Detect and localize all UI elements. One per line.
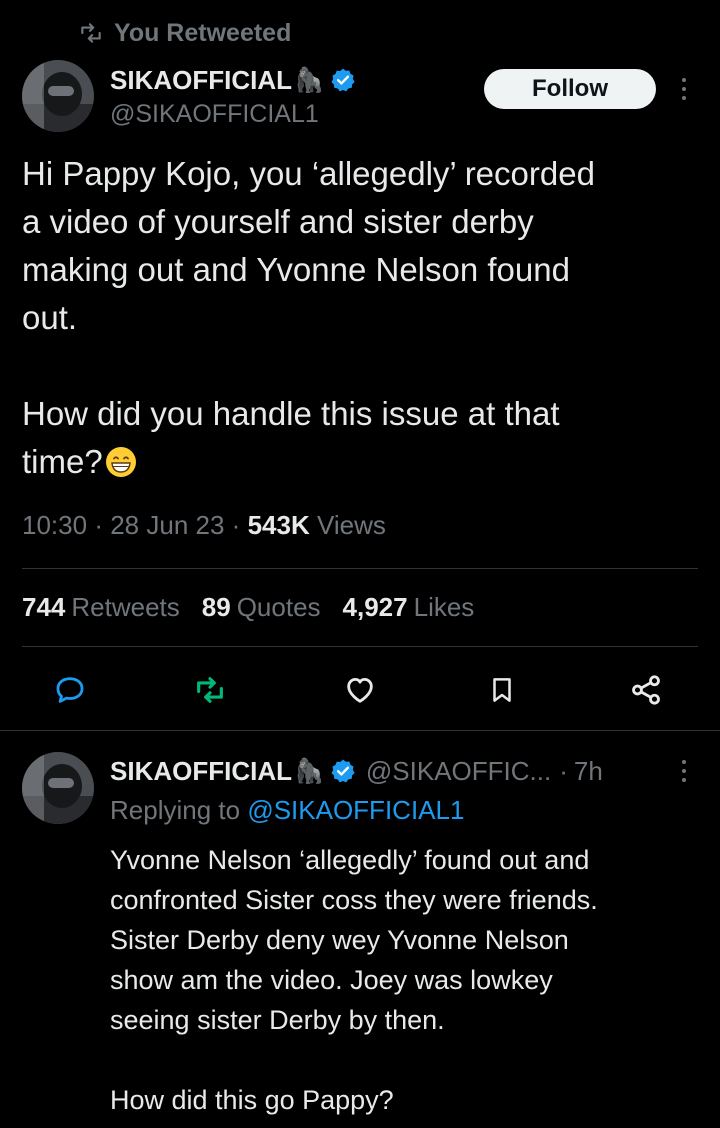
bookmark-button[interactable] [480,668,524,712]
tweet-metadata: 10:30 · 28 Jun 23 · 543K Views [22,510,386,541]
like-icon [347,677,373,703]
tweet-time[interactable]: 10:30 [22,510,87,540]
author-display-name[interactable]: SIKAOFFICIAL [110,65,292,96]
reply-text-line: confronted Sister coss they were friends… [110,885,598,915]
more-icon[interactable] [680,760,688,784]
tweet-text-line: a video of yourself and sister derby [22,203,534,240]
likes-stat[interactable]: 4,927 Likes [343,592,475,623]
avatar[interactable] [22,752,94,824]
retweets-count: 744 [22,592,66,622]
divider [0,730,720,731]
tweet-text-fragment: time? [22,443,103,480]
tweet-text-line: time? [22,438,698,486]
grinning-emoji [105,447,136,477]
retweet-icon [197,677,223,703]
reply-text-line: Sister Derby deny wey Yvonne Nelson [110,925,569,955]
bookmark-icon [493,678,511,702]
divider [22,646,698,647]
reply-author-row[interactable]: SIKAOFFICIAL 🦍 @SIKAOFFIC... · 7h [110,752,603,790]
retweets-stat[interactable]: 744 Retweets [22,592,180,623]
engagement-stats: 744 Retweets 89 Quotes 4,927 Likes [22,592,474,623]
reply-button[interactable] [48,668,92,712]
tweet-text-line: making out and Yvonne Nelson found [22,251,570,288]
separator: · [559,755,568,786]
like-button[interactable] [338,668,382,712]
tweet-text-line: How did you handle this issue at that [22,395,560,432]
retweet-icon [81,23,101,43]
more-icon[interactable] [680,78,688,104]
follow-button[interactable]: Follow [484,69,656,109]
quotes-label: Quotes [236,592,321,622]
separator: · [94,510,103,540]
replying-prefix: Replying to [110,795,241,825]
replying-mention-link[interactable]: @SIKAOFFICIAL1 [247,795,464,825]
replying-to: Replying to @SIKAOFFICIAL1 [110,795,464,826]
tweet-text-line: Hi Pappy Kojo, you ‘allegedly’ recorded [22,155,595,192]
reply-author-handle[interactable]: @SIKAOFFIC... [366,756,551,787]
retweets-label: Retweets [71,592,180,622]
tweet-text-line: out. [22,299,78,336]
views-label: Views [316,510,386,540]
gorilla-emoji: 🦍 [294,757,324,785]
quotes-stat[interactable]: 89 Quotes [202,592,321,623]
reply-text-line: show am the video. Joey was lowkey [110,965,553,995]
reply-text-line: How did this go Pappy? [110,1085,394,1115]
author-name-row[interactable]: SIKAOFFICIAL 🦍 [110,62,356,98]
separator: · [231,510,241,540]
retweeted-label: You Retweeted [114,18,292,47]
likes-label: Likes [413,592,475,622]
avatar-image [22,752,94,824]
reply-age[interactable]: 7h [574,756,603,787]
share-icon [632,675,660,705]
avatar-image [22,60,94,132]
verified-badge-icon [331,68,355,92]
avatar[interactable] [22,60,94,132]
verified-badge-icon [331,759,355,783]
gorilla-emoji: 🦍 [294,66,324,94]
likes-count: 4,927 [342,592,408,622]
retweet-context: You Retweeted [78,16,291,50]
reply-text-line: Yvonne Nelson ‘allegedly’ found out and [110,845,590,875]
author-handle[interactable]: @SIKAOFFICIAL1 [110,100,319,129]
tweet-text: Hi Pappy Kojo, you ‘allegedly’ recorded … [22,150,698,486]
retweet-button[interactable] [188,668,232,712]
tweet-date[interactable]: 28 Jun 23 [110,510,224,540]
quotes-count: 89 [201,592,231,622]
reply-text: Yvonne Nelson ‘allegedly’ found out and … [110,840,710,1120]
share-button[interactable] [624,668,668,712]
reply-author-display-name[interactable]: SIKAOFFICIAL [110,756,292,787]
reply-text-line: seeing sister Derby by then. [110,1005,445,1035]
views-count: 543K [247,510,310,540]
divider [22,568,698,569]
reply-icon [56,677,84,703]
